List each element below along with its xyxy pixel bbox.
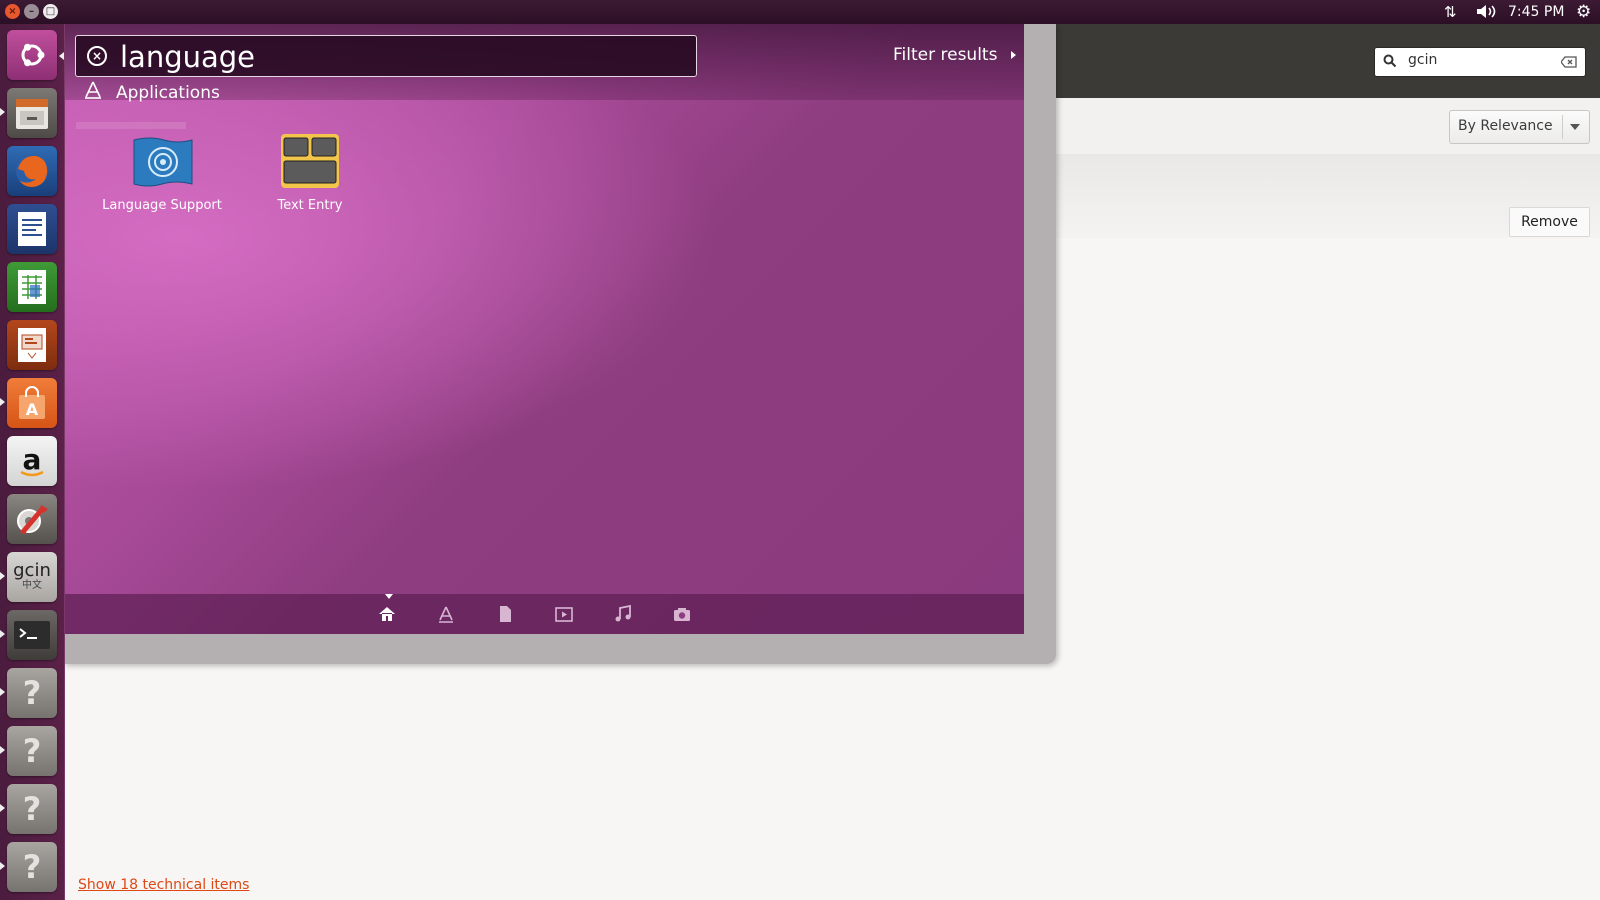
dash: × language Filter results Applications L… (64, 24, 1024, 634)
applications-icon[interactable] (435, 604, 457, 626)
ubuntu-logo-icon (21, 43, 45, 67)
active-lens-arrow-icon (385, 594, 393, 599)
launcher-item-system-settings[interactable] (7, 494, 57, 544)
launcher-item-software-center[interactable]: A (7, 378, 57, 428)
text-entry-icon (278, 134, 342, 190)
presentation-icon (18, 328, 46, 362)
select-divider (1562, 115, 1563, 139)
clear-search-icon[interactable]: × (87, 46, 107, 66)
dash-search-box[interactable]: × language (75, 35, 697, 77)
clock[interactable]: 7:45 PM (1508, 4, 1564, 20)
clear-search-icon[interactable] (1561, 56, 1577, 68)
active-arrow-icon (59, 52, 64, 60)
window-close-button[interactable]: × (5, 4, 20, 19)
gcin-sublabel: 中文 (22, 580, 42, 591)
result-label: Text Entry (277, 198, 343, 213)
settings-tools-icon (17, 505, 48, 535)
running-pip-icon (0, 688, 5, 696)
show-technical-items-link[interactable]: Show 18 technical items (78, 877, 249, 893)
home-icon[interactable] (376, 604, 398, 626)
running-pip-icon (0, 630, 5, 638)
launcher-item-unknown-3[interactable]: ? (7, 784, 57, 834)
firefox-icon (16, 155, 48, 187)
running-pip-icon (0, 398, 5, 406)
sort-select-value: By Relevance (1458, 118, 1553, 134)
result-text-entry[interactable]: Text Entry (245, 134, 375, 213)
gcin-icon: gcin (13, 560, 51, 581)
software-center-search-input[interactable]: gcin (1408, 52, 1437, 68)
launcher-item-gcin[interactable]: gcin 中文 (7, 552, 57, 602)
document-icon (18, 212, 46, 246)
amazon-icon: a (20, 443, 44, 477)
volume-icon[interactable] (1475, 3, 1497, 24)
running-pip-icon (0, 746, 5, 754)
launcher-item-files[interactable] (7, 88, 57, 138)
launcher-item-firefox[interactable] (7, 146, 57, 196)
launcher-item-terminal[interactable] (7, 610, 57, 660)
window-maximize-button[interactable]: □ (43, 4, 58, 19)
category-label: Applications (116, 83, 220, 103)
applications-icon (84, 81, 102, 104)
question-icon: ? (22, 732, 42, 770)
network-icon[interactable]: ⇅ (1444, 3, 1457, 21)
files-icon[interactable] (494, 604, 516, 626)
launcher-item-calc[interactable] (7, 262, 57, 312)
music-icon[interactable] (612, 604, 634, 626)
result-label: Language Support (102, 198, 222, 213)
launcher-item-unknown-1[interactable]: ? (7, 668, 57, 718)
photos-icon[interactable] (671, 604, 693, 626)
launcher-item-unknown-2[interactable]: ? (7, 726, 57, 776)
launcher-item-dash-home[interactable] (7, 30, 57, 80)
filter-results-button[interactable]: Filter results (893, 45, 1016, 65)
window-minimize-button[interactable]: – (24, 4, 39, 19)
running-pip-icon (0, 572, 5, 580)
gear-icon[interactable]: ⚙ (1576, 2, 1591, 22)
launcher-item-unknown-4[interactable]: ? (7, 842, 57, 892)
lens-bar (64, 594, 1024, 634)
remove-button[interactable]: Remove (1509, 207, 1590, 237)
running-pip-icon (0, 108, 5, 116)
terminal-icon (14, 621, 50, 649)
chevron-down-icon (1570, 124, 1580, 130)
result-language-support[interactable]: Language Support (97, 134, 227, 213)
file-cabinet-icon (16, 99, 48, 129)
dash-search-input[interactable]: language (120, 40, 255, 74)
svg-text:A: A (26, 400, 39, 419)
shopping-bag-icon: A (19, 386, 45, 419)
software-center-search[interactable]: gcin (1374, 47, 1586, 77)
launcher-item-writer[interactable] (7, 204, 57, 254)
launcher-item-impress[interactable] (7, 320, 57, 370)
question-icon: ? (22, 674, 42, 712)
question-icon: ? (22, 848, 42, 886)
search-icon (1383, 54, 1397, 68)
video-icon[interactable] (553, 604, 575, 626)
running-pip-icon (0, 862, 5, 870)
launcher: A a gcin 中文 ? ? ? ? (0, 24, 65, 900)
question-icon: ? (22, 790, 42, 828)
spreadsheet-icon (18, 270, 46, 304)
chevron-right-icon (1010, 51, 1016, 59)
language-support-icon (130, 134, 194, 190)
running-pip-icon (0, 804, 5, 812)
launcher-item-amazon[interactable]: a (7, 436, 57, 486)
top-panel: × – □ ⇅ 7:45 PM ⚙ (0, 0, 1600, 24)
filter-results-label: Filter results (893, 45, 998, 65)
sort-select[interactable]: By Relevance (1449, 110, 1590, 144)
svg-text:a: a (23, 443, 42, 476)
